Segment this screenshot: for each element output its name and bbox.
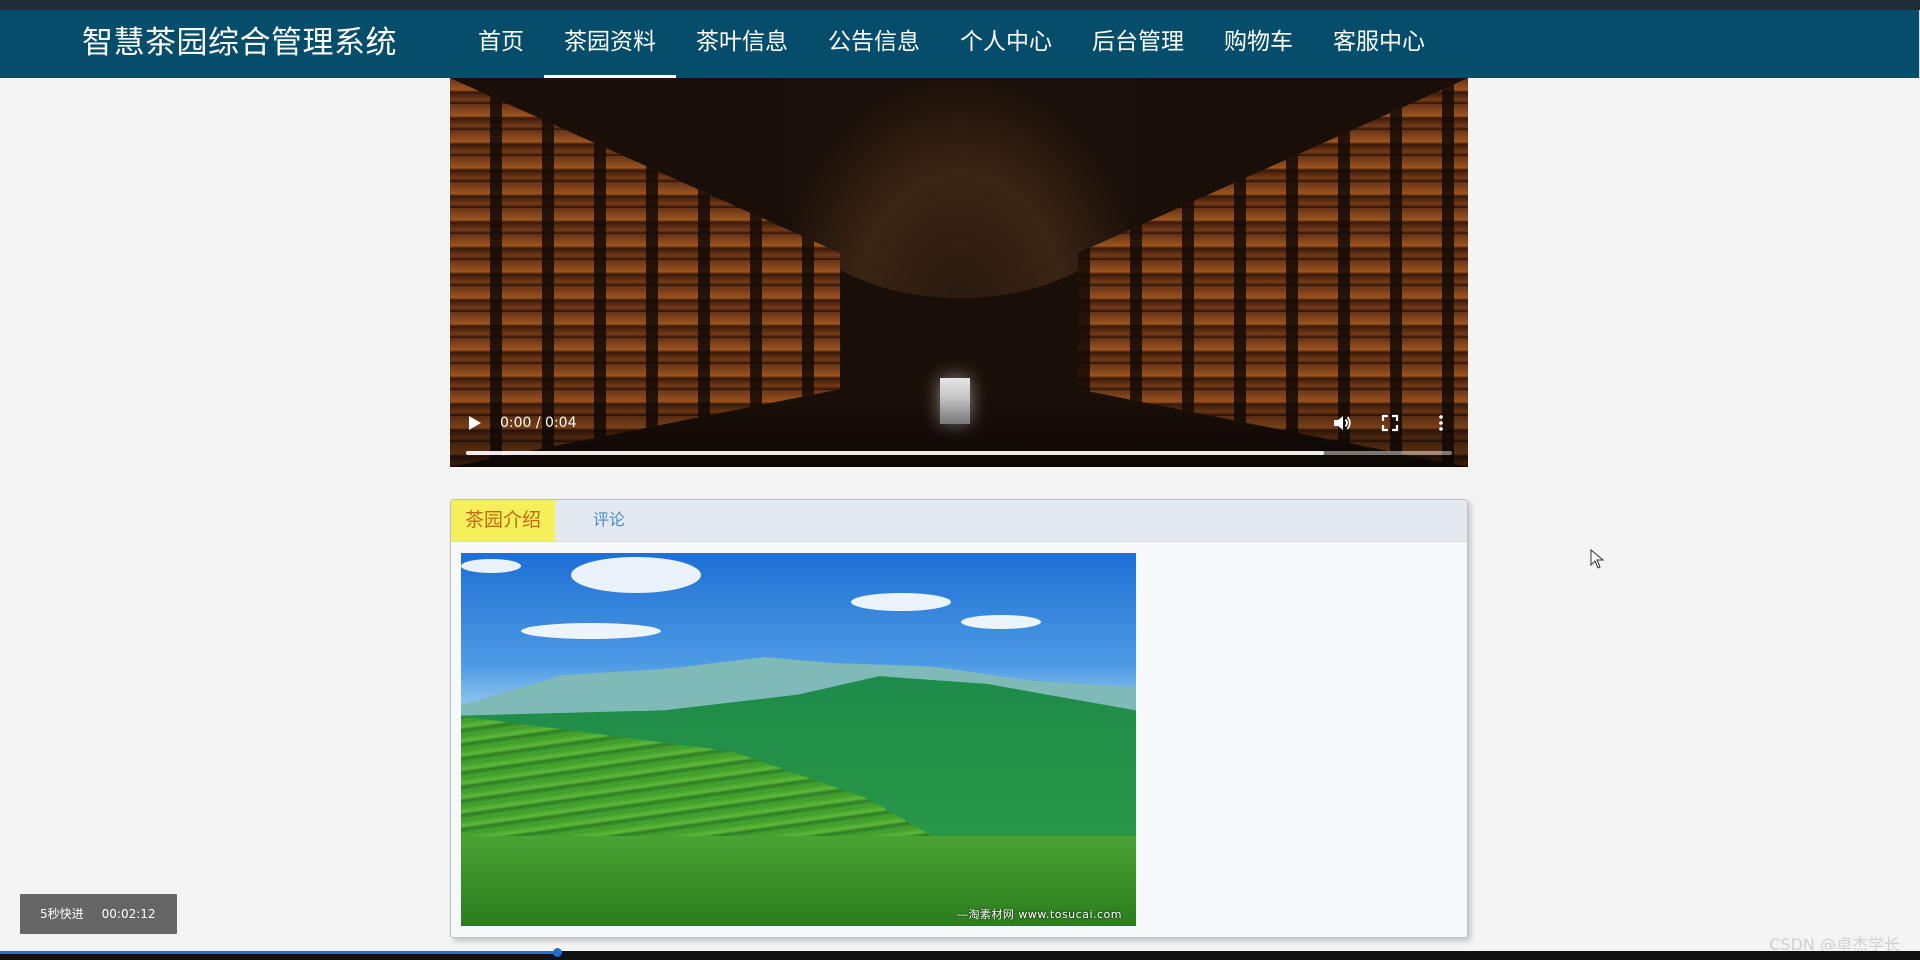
playback-clock: 00:02:12 [101, 907, 156, 921]
nav-tea-garden-info[interactable]: 茶园资料 [544, 10, 676, 78]
nav-admin[interactable]: 后台管理 [1072, 10, 1204, 78]
cloud [851, 593, 951, 611]
nav-personal-center[interactable]: 个人中心 [940, 10, 1072, 78]
image-watermark: —淘素材网 www.tosucai.com [956, 908, 1122, 921]
top-navbar: 智慧茶园综合管理系统 首页 茶园资料 茶叶信息 公告信息 个人中心 后台管理 购… [0, 10, 1920, 78]
nav-home[interactable]: 首页 [458, 10, 544, 78]
playback-overlay: 5秒快进 00:02:12 [20, 894, 177, 934]
video-player[interactable]: 0:00 / 0:04 [450, 78, 1468, 467]
bottom-progress-bar[interactable] [0, 948, 1920, 960]
fullscreen-icon[interactable] [1380, 413, 1400, 433]
cloud [521, 623, 661, 639]
video-seek-bar[interactable] [466, 451, 1452, 455]
video-time: 0:00 / 0:04 [500, 415, 577, 431]
nav-tea-info[interactable]: 茶叶信息 [676, 10, 808, 78]
tab-comments[interactable]: 评论 [555, 500, 663, 541]
main-nav: 首页 茶园资料 茶叶信息 公告信息 个人中心 后台管理 购物车 客服中心 [458, 10, 1445, 78]
nav-customer-service[interactable]: 客服中心 [1313, 10, 1445, 78]
bottom-progress-knob[interactable] [552, 948, 562, 957]
mouse-cursor-icon [1590, 549, 1604, 569]
more-options-icon[interactable] [1434, 413, 1448, 433]
video-seek-fill [466, 451, 1324, 455]
nav-cart[interactable]: 购物车 [1204, 10, 1313, 78]
tea-garden-image: —淘素材网 www.tosucai.com [461, 553, 1136, 926]
cloud [571, 557, 701, 593]
bottom-progress-fill [0, 951, 557, 954]
cloud [961, 615, 1041, 629]
site-title: 智慧茶园综合管理系统 [82, 25, 397, 61]
tab-tea-garden-intro[interactable]: 茶园介绍 [451, 500, 556, 541]
panel-tabs: 茶园介绍 评论 [451, 500, 1467, 542]
window-top-strip [0, 0, 1920, 10]
nav-announcements[interactable]: 公告信息 [808, 10, 940, 78]
volume-icon[interactable] [1332, 413, 1352, 433]
cloud [461, 559, 521, 573]
fast-forward-5s-button[interactable]: 5秒快进 [20, 894, 84, 934]
tea-garden-panel: 茶园介绍 评论 —淘素材网 www.tosucai.com [450, 499, 1468, 938]
video-controls: 0:00 / 0:04 [450, 407, 1468, 467]
play-icon[interactable] [466, 415, 482, 431]
